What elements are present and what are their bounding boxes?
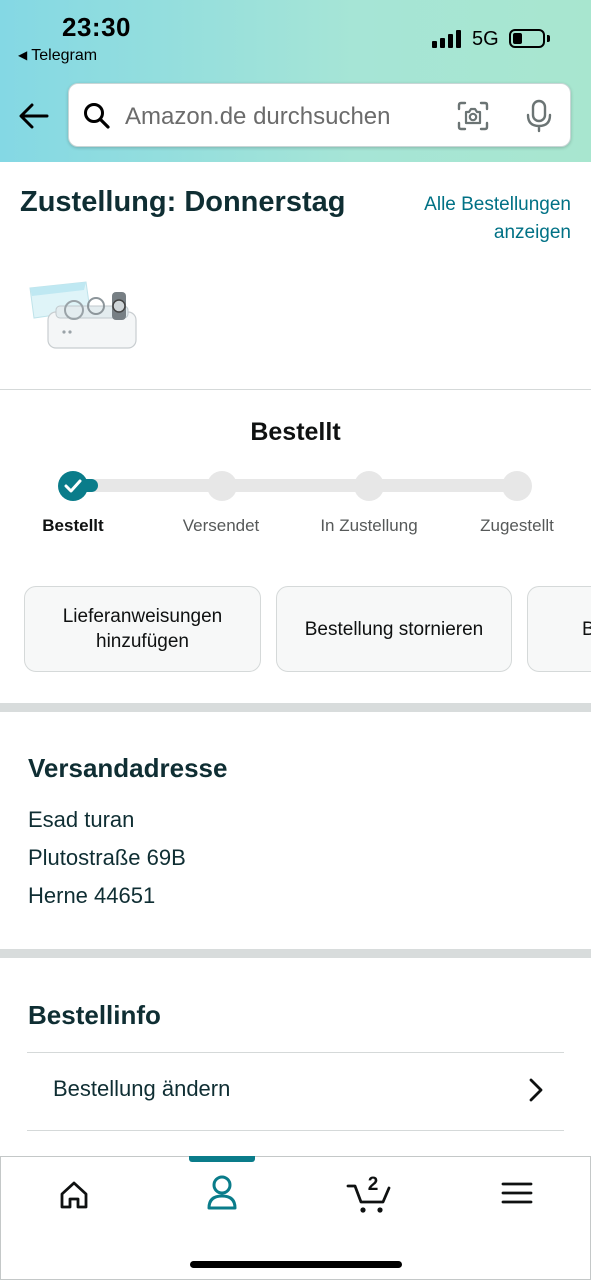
more-action-button[interactable]: B [527, 586, 591, 672]
delivery-title: Zustellung: Donnerstag [20, 186, 346, 218]
cart-count: 2 [368, 1174, 379, 1195]
step-dot-ordered [58, 471, 88, 501]
change-order-row[interactable]: Bestellung ändern [27, 1054, 564, 1130]
order-status-title: Bestellt [250, 418, 341, 446]
button-label-line1: Lieferanweisungen [62, 606, 223, 627]
back-app-label: Telegram [31, 47, 98, 64]
checkmark-icon [64, 479, 82, 493]
step-dot-shipped [207, 471, 237, 501]
change-order-label: Bestellung ändern [53, 1076, 231, 1101]
search-icon [84, 103, 110, 129]
step-label-out-for-delivery: In Zustellung [320, 516, 418, 535]
section-divider [0, 949, 591, 958]
shipping-address-heading: Versandadresse [28, 753, 228, 783]
product-image[interactable] [26, 270, 142, 354]
step-dot-out-for-delivery [354, 471, 384, 501]
row-divider [27, 1052, 564, 1053]
back-triangle-icon: ◀ [18, 48, 28, 62]
cart-icon[interactable]: 2 [339, 1170, 399, 1220]
cancel-order-button[interactable]: Bestellung stornieren [276, 586, 512, 672]
add-delivery-instructions-button[interactable]: Lieferanweisungen hinzufügen [24, 586, 261, 672]
row-divider [27, 1130, 564, 1131]
divider [0, 389, 591, 390]
step-label-shipped: Versendet [182, 516, 260, 535]
step-label-ordered: Bestellt [42, 516, 104, 535]
account-icon[interactable] [192, 1170, 252, 1220]
search-bar[interactable] [68, 83, 571, 147]
button-label: Bestellung stornieren [304, 618, 484, 640]
active-tab-indicator [189, 1156, 255, 1162]
camera-icon[interactable] [457, 101, 489, 131]
section-divider [0, 703, 591, 712]
microphone-icon[interactable] [525, 99, 553, 133]
back-to-app-link[interactable]: ◀ Telegram [18, 47, 97, 65]
address-name: Esad turan [28, 807, 135, 832]
chevron-right-icon [529, 1078, 543, 1102]
back-arrow-icon[interactable] [16, 98, 52, 134]
step-label-delivered: Zugestellt [480, 516, 554, 535]
progress-track [74, 479, 518, 492]
home-indicator [190, 1261, 402, 1268]
all-orders-link[interactable]: Alle Bestellungen anzeigen [371, 191, 571, 247]
network-label: 5G [472, 28, 499, 50]
step-dot-delivered [502, 471, 532, 501]
home-icon[interactable] [44, 1170, 104, 1220]
signal-icon [432, 30, 464, 48]
order-info-heading: Bestellinfo [28, 1000, 161, 1030]
battery-icon [509, 29, 545, 48]
header: 23:30 ◀ Telegram 5G [0, 0, 591, 162]
all-orders-line1: Alle Bestellungen [424, 194, 571, 215]
address-city: Herne 44651 [28, 883, 156, 908]
button-label: B [582, 617, 591, 642]
button-label-line2: hinzufügen [96, 631, 189, 652]
address-street: Plutostraße 69B [28, 845, 186, 870]
battery-tip [547, 35, 550, 42]
menu-icon[interactable] [487, 1170, 547, 1220]
search-input[interactable] [123, 96, 447, 138]
status-time: 23:30 [62, 12, 131, 42]
all-orders-line2: anzeigen [493, 222, 571, 243]
